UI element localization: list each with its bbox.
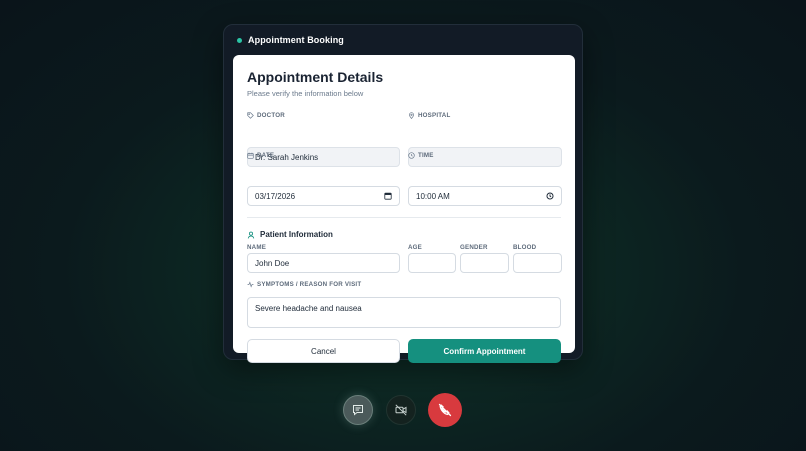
name-label-text: NAME: [247, 244, 267, 251]
gender-input[interactable]: [460, 253, 509, 273]
gender-label: GENDER: [460, 244, 488, 251]
age-label-text: AGE: [408, 244, 423, 251]
card-subtitle: Please verify the information below: [247, 89, 364, 98]
video-off-icon: [395, 404, 407, 416]
calendar-picker-icon[interactable]: [384, 192, 392, 200]
name-input[interactable]: John Doe: [247, 253, 400, 273]
patient-section-title: Patient Information: [260, 230, 333, 239]
hospital-label-text: HOSPITAL: [418, 112, 451, 119]
blood-label: BLOOD: [513, 244, 536, 251]
video-toggle-button[interactable]: [386, 395, 416, 425]
location-pin-icon: [409, 112, 414, 119]
tag-icon: [247, 112, 254, 119]
calendar-icon: [247, 152, 254, 159]
clock-picker-icon[interactable]: [546, 192, 554, 200]
hospital-label: HOSPITAL: [408, 112, 450, 119]
confirm-appointment-button[interactable]: Confirm Appointment: [408, 339, 561, 363]
date-label: DATE: [247, 152, 274, 159]
end-call-button[interactable]: [428, 393, 462, 427]
chat-icon: [353, 405, 363, 416]
name-label: NAME: [247, 244, 266, 251]
blood-label-text: BLOOD: [513, 244, 537, 251]
status-dot: [237, 37, 242, 43]
time-label-text: TIME: [418, 152, 434, 159]
symptoms-label-text: SYMPTOMS / REASON FOR VISIT: [257, 281, 362, 288]
patient-section-header: Patient Information: [247, 230, 333, 239]
user-icon: [247, 231, 255, 239]
cancel-button[interactable]: Cancel: [247, 339, 400, 363]
age-label: AGE: [408, 244, 422, 251]
time-label: TIME: [408, 152, 434, 159]
doctor-label-text: DOCTOR: [257, 112, 285, 119]
time-input[interactable]: 10:00 AM: [408, 186, 562, 206]
doctor-label: DOCTOR: [247, 112, 285, 119]
symptoms-textarea[interactable]: Severe headache and nausea: [247, 297, 561, 328]
age-input[interactable]: [408, 253, 456, 273]
doctor-value: Dr. Sarah Jenkins: [255, 152, 319, 162]
chat-button[interactable]: [343, 395, 373, 425]
name-value: John Doe: [255, 258, 290, 268]
appointment-card: Appointment Details Please verify the in…: [233, 55, 575, 363]
gender-label-text: GENDER: [460, 244, 488, 251]
date-input[interactable]: 03/17/2026: [247, 186, 400, 206]
panel-title: Appointment Booking: [248, 35, 344, 45]
section-divider: [247, 217, 561, 218]
time-value: 10:00 AM: [416, 191, 450, 201]
date-value: 03/17/2026: [255, 191, 296, 201]
blood-input[interactable]: [513, 253, 562, 273]
date-label-text: DATE: [257, 152, 275, 159]
booking-panel: Appointment Booking Appointment Details …: [223, 24, 583, 363]
symptoms-label: SYMPTOMS / REASON FOR VISIT: [247, 281, 361, 288]
clock-icon: [408, 152, 415, 159]
activity-icon: [247, 281, 254, 288]
card-title: Appointment Details: [247, 69, 384, 85]
phone-end-icon: [438, 403, 452, 417]
panel-header: Appointment Booking: [237, 35, 344, 45]
